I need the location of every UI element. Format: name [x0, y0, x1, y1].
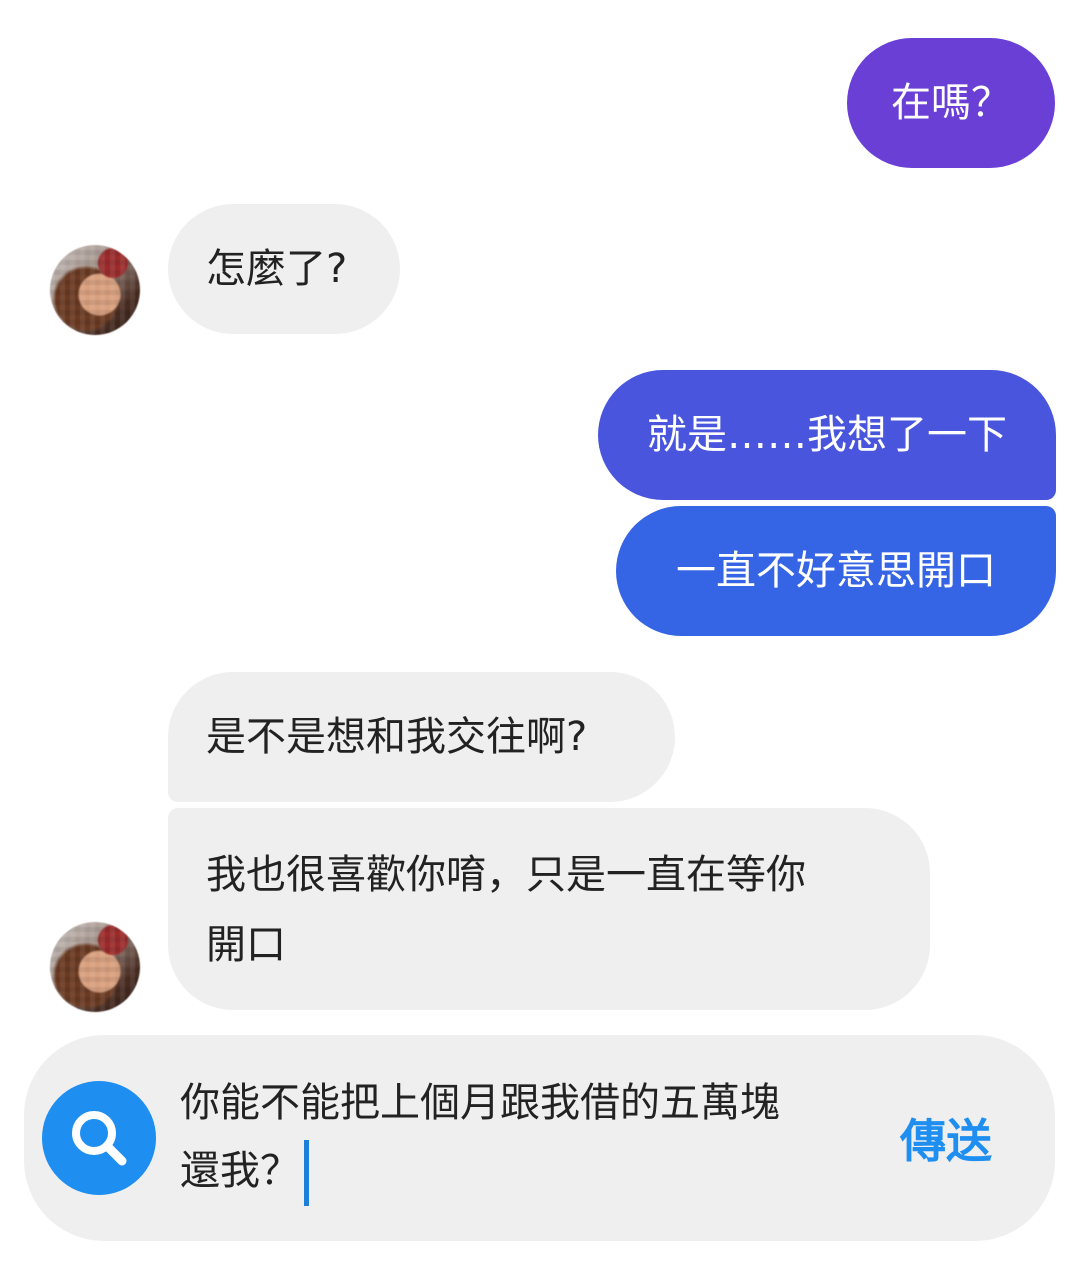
draft-line-wrap: 還我？	[180, 1137, 880, 1206]
send-button[interactable]: 傳送	[900, 1113, 992, 1169]
search-button[interactable]	[42, 1081, 156, 1195]
contact-avatar[interactable]	[50, 245, 140, 335]
outgoing-message: 就是……我想了一下	[598, 370, 1056, 500]
message-text: 怎麼了?	[206, 246, 348, 292]
message-composer: 你能不能把上個月跟我借的五萬塊 還我？ 傳送	[24, 1035, 1055, 1241]
message-text: 就是……我想了一下	[647, 412, 1007, 458]
search-icon	[72, 1111, 127, 1166]
incoming-message: 怎麼了?	[168, 204, 400, 334]
outgoing-message: 一直不好意思開口	[616, 506, 1056, 636]
message-text-line: 我也很喜歡你唷，只是一直在等你	[206, 852, 806, 898]
outgoing-message: 在嗎？	[847, 38, 1055, 168]
text-cursor	[304, 1140, 309, 1206]
message-input[interactable]: 你能不能把上個月跟我借的五萬塊 還我？	[180, 1069, 880, 1206]
message-text: 一直不好意思開口	[676, 548, 996, 594]
message-text: 在嗎？	[891, 80, 1011, 126]
draft-line: 還我？	[180, 1148, 300, 1194]
message-text: 是不是想和我交往啊?	[206, 714, 588, 760]
contact-avatar[interactable]	[50, 922, 140, 1012]
message-text-line: 開口	[206, 922, 286, 968]
draft-line: 你能不能把上個月跟我借的五萬塊	[180, 1080, 780, 1126]
incoming-message: 是不是想和我交往啊?	[168, 672, 675, 802]
incoming-message: 我也很喜歡你唷，只是一直在等你 開口	[168, 808, 930, 1010]
